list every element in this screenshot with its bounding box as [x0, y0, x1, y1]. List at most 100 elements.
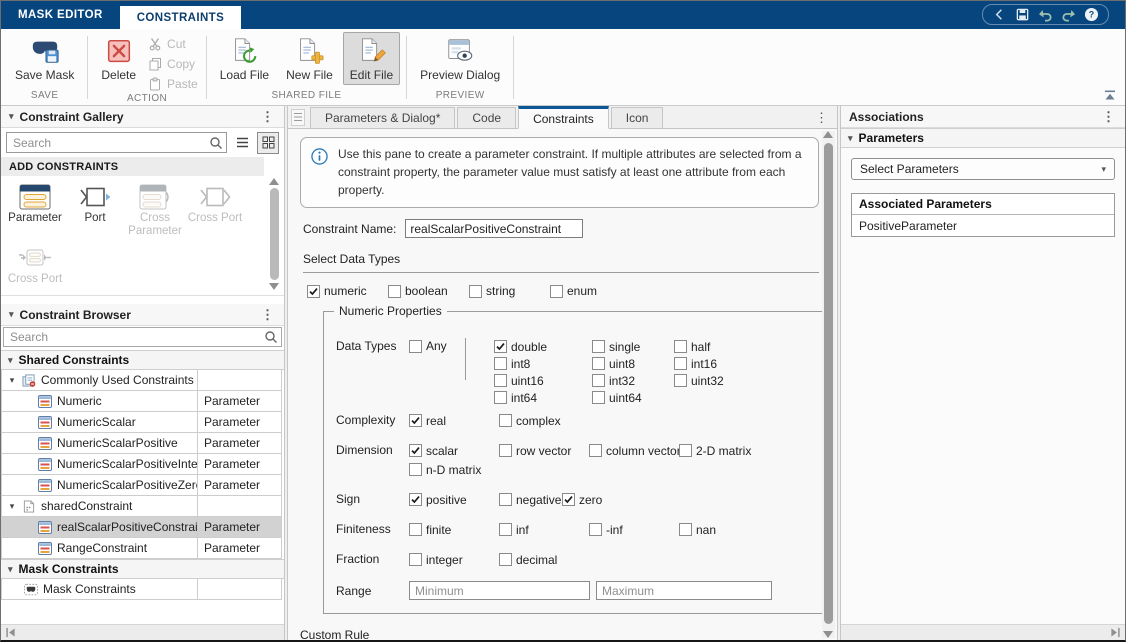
select-parameters-dropdown[interactable]: Select Parameters ▾ — [851, 158, 1115, 180]
tab-constraints-document[interactable]: Constraints — [518, 106, 609, 129]
center-scrollbar[interactable] — [822, 131, 835, 638]
scroll-up-icon[interactable] — [823, 131, 833, 138]
svg-text:?: ? — [1089, 10, 1094, 20]
shared-constraints-section[interactable]: ▾ Shared Constraints — [1, 350, 284, 370]
tree-row-numericscalar[interactable]: NumericScalarParameter — [2, 412, 282, 433]
checkbox-string[interactable]: string — [469, 284, 550, 298]
scroll-down-icon[interactable] — [823, 631, 833, 638]
gallery-item-parameter[interactable]: Parameter — [5, 181, 65, 238]
gallery-scrollbar[interactable] — [268, 178, 281, 290]
redo-icon[interactable] — [1061, 7, 1076, 22]
checkbox-row-vector[interactable]: row vector — [499, 444, 589, 458]
tab-icon[interactable]: Icon — [611, 107, 664, 129]
checkbox-decimal[interactable]: decimal — [499, 553, 557, 567]
checkbox-integer[interactable]: integer — [409, 553, 499, 567]
property-row-range: Range — [336, 581, 814, 600]
grid-view-button[interactable] — [257, 132, 279, 154]
new-file-button[interactable]: New File — [279, 32, 340, 85]
checkbox-inf[interactable]: inf — [499, 523, 589, 537]
tabbar-menu-icon[interactable]: ⋮ — [813, 111, 830, 124]
tree-row-numericscalarpositive[interactable]: NumericScalarPositiveParameter — [2, 433, 282, 454]
checkbox-column-vector[interactable]: column vector — [589, 444, 679, 458]
tab-grip-icon[interactable] — [291, 109, 305, 126]
associated-parameter-row[interactable]: PositiveParameter — [852, 215, 1114, 236]
expander-icon[interactable]: ▾ — [7, 501, 17, 512]
edit-file-button[interactable]: Edit File — [343, 32, 400, 85]
checkbox-int8[interactable]: int8 — [494, 357, 592, 371]
associations-menu-icon[interactable]: ⋮ — [1100, 110, 1117, 123]
tree-row-commonly-used-constraints-r[interactable]: ▾Commonly Used Constraints (R... — [2, 370, 282, 391]
checkbox-2-d-matrix[interactable]: 2-D matrix — [679, 444, 751, 458]
range-maximum-input[interactable] — [596, 581, 772, 600]
tree-row-sharedconstraint[interactable]: ▾sharedConstraint — [2, 496, 282, 517]
tree-row-mask-constraints[interactable]: Mask Constraints — [2, 579, 282, 600]
associations-hscrollbar[interactable] — [841, 624, 1125, 640]
range-minimum-input[interactable] — [409, 581, 590, 600]
tree-row-numericscalarpositivezero[interactable]: NumericScalarPositiveZeroParameter — [2, 475, 282, 496]
checkbox-nan[interactable]: nan — [679, 523, 716, 537]
checkbox-uint32[interactable]: uint32 — [674, 374, 756, 388]
tab-parameters-dialog[interactable]: Parameters & Dialog* — [310, 107, 455, 129]
checkbox-int16[interactable]: int16 — [674, 357, 756, 371]
checkbox-int32[interactable]: int32 — [592, 374, 674, 388]
collapse-caret-icon[interactable]: ▾ — [9, 111, 14, 122]
checkbox-single[interactable]: single — [592, 340, 674, 354]
checkbox-n-d-matrix[interactable]: n-D matrix — [409, 463, 481, 477]
tree-row-rangeconstraint[interactable]: RangeConstraintParameter — [2, 538, 282, 559]
mask-constraints-section[interactable]: ▾ Mask Constraints — [1, 559, 284, 579]
center-scroll-thumb[interactable] — [824, 143, 833, 624]
scroll-down-icon[interactable] — [269, 283, 279, 290]
collapse-ribbon-icon[interactable] — [1102, 89, 1118, 102]
browser-hscrollbar[interactable] — [1, 624, 284, 640]
checkbox-uint8[interactable]: uint8 — [592, 357, 674, 371]
collapse-caret-icon[interactable]: ▾ — [9, 309, 14, 320]
checkbox-any[interactable]: Any — [409, 339, 447, 353]
checkbox-numeric[interactable]: numeric — [307, 284, 388, 298]
gallery-item-cross-parameter: Cross Parameter — [125, 181, 185, 238]
checkbox-negative[interactable]: negative — [499, 493, 562, 507]
help-icon[interactable]: ? — [1084, 7, 1099, 22]
checkbox-positive[interactable]: positive — [409, 493, 499, 507]
browser-search-input[interactable] — [4, 330, 281, 344]
checkbox-uint16[interactable]: uint16 — [494, 374, 592, 388]
gallery-menu-icon[interactable]: ⋮ — [259, 110, 276, 123]
gallery-scroll-thumb[interactable] — [270, 188, 279, 280]
constraint-name-input[interactable] — [405, 219, 583, 238]
checkbox-enum[interactable]: enum — [550, 284, 631, 298]
undo-icon[interactable] — [1038, 7, 1053, 22]
save-mask-button[interactable]: Save Mask — [8, 32, 81, 85]
checkbox-zero[interactable]: zero — [562, 493, 602, 507]
checkbox-scalar[interactable]: scalar — [409, 444, 499, 458]
checkbox-finite[interactable]: finite — [409, 523, 499, 537]
gallery-item-port[interactable]: Port — [65, 181, 125, 238]
checkbox-real[interactable]: real — [409, 414, 499, 428]
preview-dialog-button[interactable]: Preview Dialog — [413, 32, 507, 85]
scroll-left-icon[interactable] — [4, 627, 17, 638]
scroll-up-icon[interactable] — [269, 178, 279, 185]
checkbox-boolean[interactable]: boolean — [388, 284, 469, 298]
mask-constraints-section-label: Mask Constraints — [19, 562, 119, 576]
load-file-button[interactable]: Load File — [213, 32, 276, 85]
checkbox-int64[interactable]: int64 — [494, 391, 592, 405]
save-icon[interactable] — [1015, 7, 1030, 22]
list-view-button[interactable] — [231, 132, 253, 154]
tab-code[interactable]: Code — [457, 107, 516, 129]
tab-constraints[interactable]: CONSTRAINTS — [120, 6, 241, 29]
delete-button[interactable]: Delete — [94, 32, 143, 85]
tree-row-numericscalarpositiveinteger[interactable]: NumericScalarPositiveIntegerParameter — [2, 454, 282, 475]
chevron-left-icon[interactable] — [992, 7, 1007, 22]
parameters-section[interactable]: ▾ Parameters — [841, 128, 1125, 148]
browser-menu-icon[interactable]: ⋮ — [259, 308, 276, 321]
checkbox-complex[interactable]: complex — [499, 414, 561, 428]
property-row-complexity: Complexityrealcomplex — [336, 412, 814, 429]
gallery-search-input[interactable] — [7, 136, 226, 150]
checkbox-inf[interactable]: -inf — [589, 523, 679, 537]
tree-row-realscalarpositiveconstraint[interactable]: realScalarPositiveConstraintParameter — [2, 517, 282, 538]
tab-mask-editor[interactable]: MASK EDITOR — [1, 1, 120, 29]
checkbox-double[interactable]: double — [494, 340, 592, 354]
scroll-right-icon[interactable] — [1109, 627, 1122, 638]
expander-icon[interactable]: ▾ — [7, 375, 17, 386]
tree-row-numeric[interactable]: NumericParameter — [2, 391, 282, 412]
checkbox-half[interactable]: half — [674, 340, 756, 354]
checkbox-uint64[interactable]: uint64 — [592, 391, 674, 405]
